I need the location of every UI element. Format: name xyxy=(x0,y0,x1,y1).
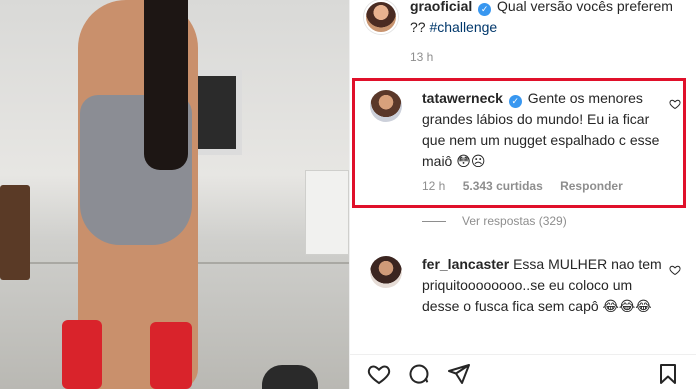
view-replies-button[interactable]: Ver respostas (329) xyxy=(422,214,567,228)
white-shelf xyxy=(305,170,349,255)
hashtag-link[interactable]: #challenge xyxy=(429,19,497,35)
hair xyxy=(144,0,188,170)
post-actions-bar xyxy=(350,354,696,389)
share-icon[interactable] xyxy=(446,361,472,387)
red-sock-right xyxy=(150,322,192,389)
comment-icon[interactable] xyxy=(406,361,432,387)
post-photo xyxy=(0,0,349,389)
highlight-box xyxy=(352,78,686,208)
like-comment-icon[interactable] xyxy=(668,264,682,278)
dog xyxy=(262,365,318,389)
red-sock-left xyxy=(62,320,102,389)
caption-timestamp[interactable]: 13 h xyxy=(410,50,433,64)
comment-username[interactable]: fer_lancaster xyxy=(422,256,509,272)
caption-username[interactable]: graoficial xyxy=(410,0,472,14)
avatar[interactable] xyxy=(364,0,398,34)
avatar[interactable] xyxy=(370,256,402,288)
heart-icon[interactable] xyxy=(366,361,392,387)
wooden-furniture xyxy=(0,185,30,280)
bookmark-icon[interactable] xyxy=(655,361,681,387)
verified-icon: ✓ xyxy=(478,3,492,16)
